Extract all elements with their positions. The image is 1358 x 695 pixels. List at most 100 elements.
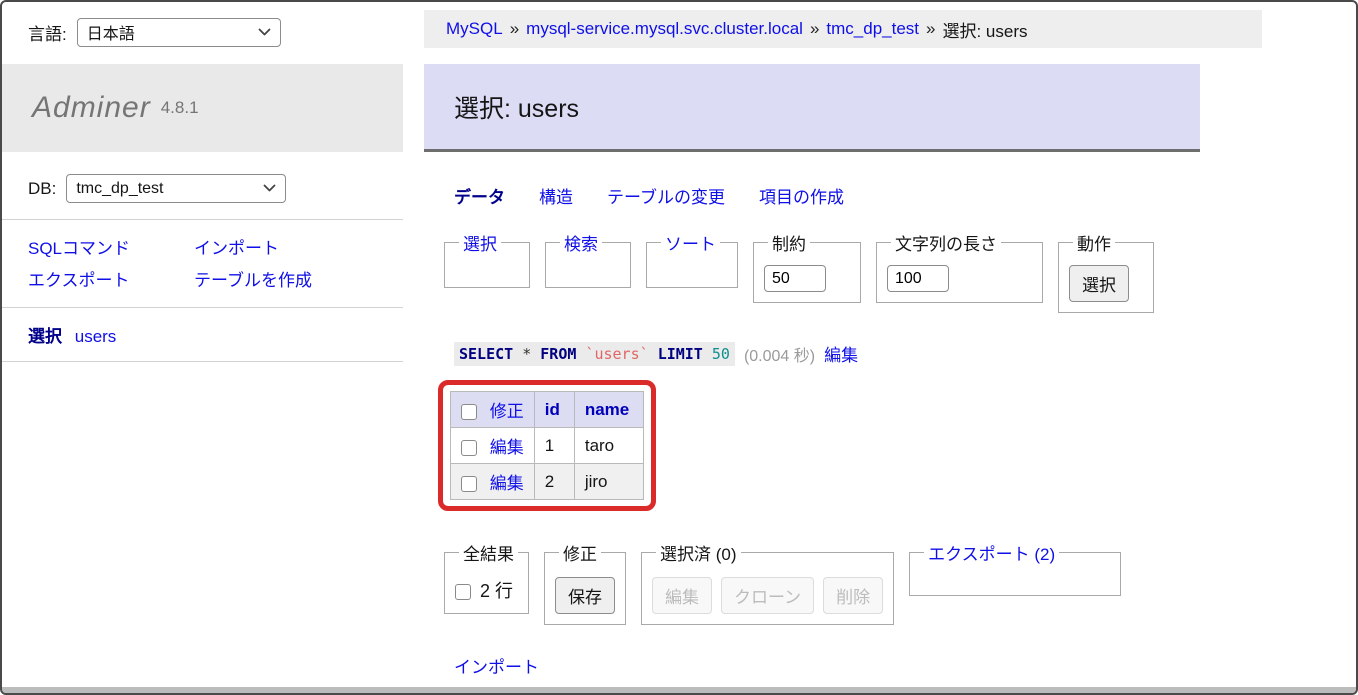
breadcrumb-current: 選択: users — [942, 17, 1027, 42]
tab-alter-table[interactable]: テーブルの変更 — [607, 183, 725, 208]
sql-query: SELECT * FROM `users` LIMIT 50 — [454, 342, 735, 366]
clone-selected-button: クローン — [721, 577, 814, 614]
adminer-logo: Adminer 4.8.1 — [2, 64, 403, 152]
fieldset-modify: 修正 保存 — [544, 540, 626, 625]
select-all-checkbox[interactable] — [461, 404, 477, 420]
breadcrumb-separator: » — [926, 19, 935, 39]
breadcrumb-separator: » — [510, 19, 519, 39]
table-row: 編集 2 jiro — [451, 464, 644, 500]
sidebar-link-sql-command[interactable]: SQLコマンド — [28, 234, 194, 259]
action-select-button[interactable]: 選択 — [1069, 265, 1129, 302]
row-edit-link[interactable]: 編集 — [490, 438, 524, 457]
delete-selected-button: 削除 — [823, 577, 883, 614]
select-columns-link[interactable]: 選択 — [463, 235, 497, 254]
column-header-id[interactable]: id — [545, 400, 560, 419]
table-select-link[interactable]: 選択 — [28, 327, 62, 346]
result-block: 修正 id name 編集 — [438, 380, 1356, 516]
fieldset-body — [657, 259, 727, 277]
fieldset-export: エクスポート (2) — [909, 540, 1121, 596]
highlight-annotation: 修正 id name 編集 — [438, 380, 656, 511]
db-selector-row: DB: tmc_dp_test — [28, 174, 424, 203]
tab-create-column[interactable]: 項目の作成 — [759, 183, 844, 208]
query-edit-link[interactable]: 編集 — [824, 341, 858, 366]
sidebar-link-import[interactable]: インポート — [194, 234, 312, 259]
query-line: SELECT * FROM `users` LIMIT 50 (0.004 秒)… — [454, 341, 1356, 366]
breadcrumb: MySQL » mysql-service.mysql.svc.cluster.… — [424, 10, 1262, 48]
fieldset-search: 検索 — [545, 230, 631, 288]
sidebar-link-create-table[interactable]: テーブルを作成 — [194, 266, 312, 291]
modify-legend: 修正 — [559, 540, 601, 565]
text-length-input[interactable] — [887, 265, 949, 292]
chevron-down-icon — [258, 28, 271, 37]
sql-token: SELECT — [459, 345, 513, 363]
modify-all-link[interactable]: 修正 — [490, 402, 524, 421]
divider — [2, 219, 403, 220]
breadcrumb-separator: » — [810, 19, 819, 39]
db-label: DB: — [28, 179, 56, 199]
adminer-window: 言語: 日本語 Adminer 4.8.1 DB: tmc_dp_test — [0, 0, 1358, 695]
selected-legend: 選択済 (0) — [656, 540, 741, 565]
language-select[interactable]: 日本語 — [77, 18, 281, 47]
app-version: 4.8.1 — [161, 98, 199, 118]
fieldset-body — [556, 259, 620, 277]
all-results-legend: 全結果 — [459, 540, 518, 565]
language-label: 言語: — [28, 20, 67, 45]
breadcrumb-server[interactable]: mysql-service.mysql.svc.cluster.local — [526, 19, 803, 39]
sql-token: * — [513, 345, 540, 363]
row-checkbox[interactable] — [461, 476, 477, 492]
db-select-value: tmc_dp_test — [76, 180, 163, 198]
tabs: データ 構造 テーブルの変更 項目の作成 — [454, 183, 1356, 208]
db-select[interactable]: tmc_dp_test — [66, 174, 286, 203]
row-checkbox[interactable] — [461, 440, 477, 456]
import-link[interactable]: インポート — [454, 658, 539, 677]
sql-token: LIMIT — [658, 345, 703, 363]
chevron-down-icon — [263, 184, 276, 193]
sort-link[interactable]: ソート — [665, 235, 716, 254]
tab-data[interactable]: データ — [454, 183, 505, 208]
breadcrumb-server-type[interactable]: MySQL — [446, 19, 503, 39]
fieldset-sort: ソート — [646, 230, 738, 288]
export-link[interactable]: エクスポート (2) — [928, 545, 1055, 564]
search-link[interactable]: 検索 — [564, 235, 598, 254]
table-header-row: 修正 id name — [451, 392, 644, 428]
sidebar-actions: SQLコマンド インポート エクスポート テーブルを作成 — [28, 234, 312, 291]
limit-legend: 制約 — [768, 230, 810, 255]
cell-id: 1 — [534, 428, 574, 464]
import-row: インポート — [454, 653, 1356, 678]
sidebar-link-export[interactable]: エクスポート — [28, 266, 194, 291]
fieldset-all-results: 全結果 2 行 — [444, 540, 529, 614]
limit-input[interactable] — [764, 265, 826, 292]
column-header-name[interactable]: name — [585, 400, 629, 419]
action-legend: 動作 — [1073, 230, 1115, 255]
fieldset-body — [455, 259, 519, 277]
language-select-value: 日本語 — [87, 20, 135, 44]
divider — [2, 307, 403, 308]
table-name-link[interactable]: users — [75, 327, 117, 346]
fieldset-limit: 制約 — [753, 230, 861, 303]
all-results-checkbox[interactable] — [455, 584, 471, 600]
app-name: Adminer — [32, 91, 151, 125]
query-time: (0.004 秒) — [744, 342, 815, 366]
bottom-actions-row: 全結果 2 行 修正 保存 選択済 (0) 編集 クロー — [444, 540, 1356, 625]
sql-token: `users` — [576, 345, 657, 363]
cell-name: jiro — [574, 464, 643, 500]
fieldset-select: 選択 — [444, 230, 530, 288]
breadcrumb-database[interactable]: tmc_dp_test — [826, 19, 919, 39]
cell-name: taro — [574, 428, 643, 464]
fieldset-selected: 選択済 (0) 編集 クローン 削除 — [641, 540, 894, 625]
divider — [2, 361, 403, 362]
fieldset-text-length: 文字列の長さ — [876, 230, 1043, 303]
all-results-label: 2 行 — [480, 581, 513, 601]
filter-row: 選択 検索 ソート 制約 文字列の長さ — [444, 230, 1356, 313]
sidebar: 言語: 日本語 Adminer 4.8.1 DB: tmc_dp_test — [2, 2, 424, 693]
tab-structure[interactable]: 構造 — [539, 183, 573, 208]
edit-selected-button: 編集 — [652, 577, 712, 614]
sql-token: FROM — [540, 345, 576, 363]
result-table: 修正 id name 編集 — [450, 391, 644, 500]
save-button[interactable]: 保存 — [555, 577, 615, 614]
sql-token: 50 — [703, 345, 730, 363]
window-bottom-edge — [2, 687, 1356, 693]
row-edit-link[interactable]: 編集 — [490, 474, 524, 493]
text-length-legend: 文字列の長さ — [891, 230, 1001, 255]
page-title: 選択: users — [424, 64, 1200, 152]
